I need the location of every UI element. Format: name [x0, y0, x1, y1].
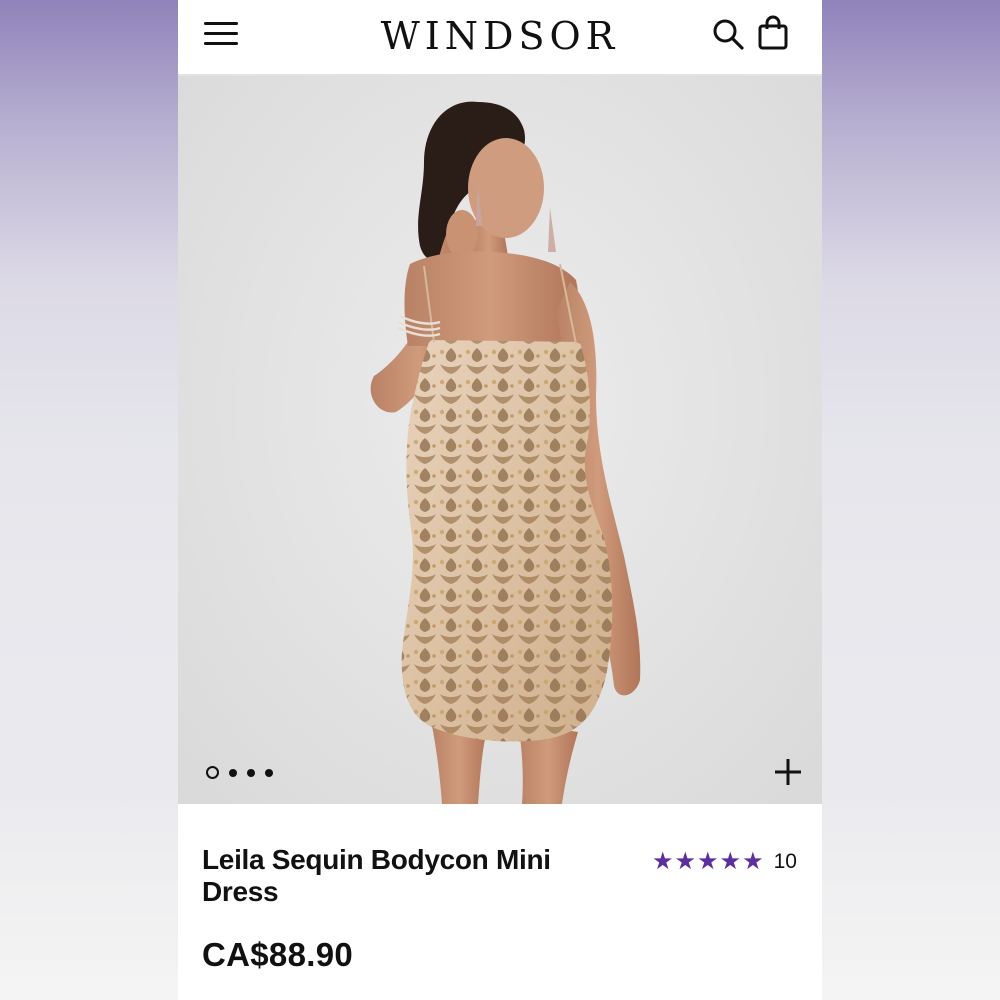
product-rating[interactable]: ★ ★ ★ ★ ★ 10 [652, 850, 797, 874]
plus-icon[interactable] [772, 756, 804, 788]
star-icon: ★ [719, 848, 742, 875]
product-image-gallery[interactable] [178, 76, 822, 804]
shopping-bag-icon[interactable] [756, 15, 790, 51]
gallery-pagination [206, 766, 273, 779]
gallery-dot-2[interactable] [229, 768, 237, 777]
product-photo [370, 101, 641, 804]
gallery-dot-4[interactable] [265, 768, 273, 777]
search-icon[interactable] [710, 16, 746, 52]
product-info: Leila Sequin Bodycon Mini Dress ★ ★ ★ ★ ★ 10… [178, 804, 822, 1000]
gallery-dot-1[interactable] [206, 766, 219, 779]
mobile-page: WINDSOR Leila Sequin Bodycon Mini Dress … [178, 0, 822, 1000]
review-count: 10 [773, 850, 797, 873]
product-price: CA$88.90 [202, 936, 353, 973]
site-header: WINDSOR [178, 0, 822, 76]
star-rating: ★ ★ ★ ★ ★ [652, 850, 764, 874]
star-icon: ★ [742, 848, 764, 875]
star-icon: ★ [697, 848, 719, 875]
product-title: Leila Sequin Bodycon Mini Dress [202, 844, 551, 907]
star-icon: ★ [652, 848, 674, 875]
gallery-dot-3[interactable] [247, 768, 255, 777]
star-icon: ★ [674, 848, 697, 875]
